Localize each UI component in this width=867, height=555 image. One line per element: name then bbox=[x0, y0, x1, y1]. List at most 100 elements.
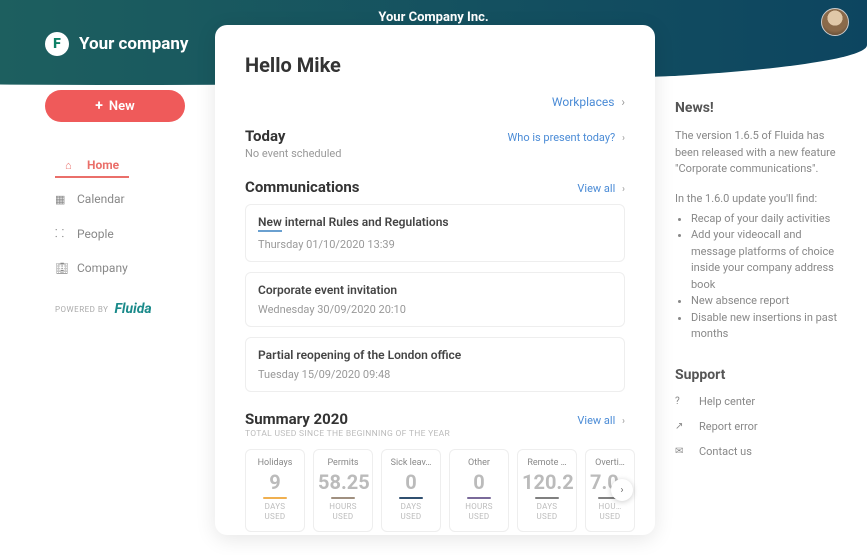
support-title: Support bbox=[675, 367, 840, 383]
tile-label: Sick leav… bbox=[386, 458, 436, 468]
link-label: Who is present today? bbox=[508, 131, 616, 144]
today-empty: No event scheduled bbox=[245, 147, 625, 160]
new-button-label: New bbox=[109, 99, 135, 114]
communications-header: Communications View all › bbox=[245, 178, 625, 196]
summary-tiles: Holidays 9 DAYSUSED Permits 58.25 HOURSU… bbox=[245, 449, 625, 532]
new-badge: New bbox=[258, 215, 282, 232]
communication-item[interactable]: Partial reopening of the London office T… bbox=[245, 337, 625, 392]
tile-label: Holidays bbox=[250, 458, 300, 468]
communication-date: Wednesday 30/09/2020 20:10 bbox=[258, 303, 612, 316]
people-icon: ⸬ bbox=[55, 226, 69, 241]
summary-tile-holidays[interactable]: Holidays 9 DAYSUSED bbox=[245, 449, 305, 532]
tile-bar bbox=[467, 497, 491, 499]
nav: ⌂ Home ▦ Calendar ⸬ People 🏢︎ Company bbox=[45, 152, 195, 281]
tile-bar bbox=[331, 497, 355, 499]
nav-item-home[interactable]: ⌂ Home bbox=[55, 152, 129, 178]
today-header: Today Who is present today? › bbox=[245, 127, 625, 145]
summary-subtitle: TOTAL USED SINCE THE BEGINNING OF THE YE… bbox=[245, 429, 450, 439]
summary-tile-permits[interactable]: Permits 58.25 HOURSUSED bbox=[313, 449, 373, 532]
communication-title-text: internal Rules and Regulations bbox=[285, 215, 449, 229]
news-list-item: Add your videocall and message platforms… bbox=[691, 227, 840, 293]
news-list-item: Recap of your daily activities bbox=[691, 211, 840, 228]
tile-unit: HOURSUSED bbox=[454, 502, 504, 523]
support-contact-us[interactable]: ✉ Contact us bbox=[675, 445, 840, 458]
tile-value: 0 bbox=[454, 470, 504, 494]
tile-label: Remote … bbox=[522, 458, 572, 468]
summary-tile-sick[interactable]: Sick leav… 0 DAYSUSED bbox=[381, 449, 441, 532]
tile-unit: DAYSUSED bbox=[250, 502, 300, 523]
plus-icon: + bbox=[95, 98, 103, 114]
company-icon: 🏢︎ bbox=[55, 262, 69, 275]
communication-title: Corporate event invitation bbox=[258, 283, 612, 297]
tile-bar bbox=[263, 497, 287, 499]
chevron-right-icon: › bbox=[622, 416, 625, 427]
who-present-link[interactable]: Who is present today? › bbox=[508, 131, 625, 144]
support-label: Help center bbox=[699, 395, 755, 408]
communications-view-all[interactable]: View all › bbox=[577, 182, 625, 195]
communication-title: New internal Rules and Regulations bbox=[258, 215, 612, 232]
tile-unit: HOU…USED bbox=[590, 502, 630, 523]
workplaces-label: Workplaces bbox=[552, 95, 614, 109]
tile-value: 9 bbox=[250, 470, 300, 494]
link-label: View all bbox=[577, 182, 615, 195]
news-title: News! bbox=[675, 100, 840, 116]
news-list: Recap of your daily activities Add your … bbox=[675, 211, 840, 343]
powered-by-label: POWERED BY bbox=[55, 305, 108, 314]
tile-bar bbox=[535, 497, 559, 499]
powered-by: POWERED BY Fluida bbox=[45, 301, 195, 317]
link-label: View all bbox=[577, 414, 615, 427]
today-title: Today bbox=[245, 127, 285, 145]
tile-label: Other bbox=[454, 458, 504, 468]
support-report-error[interactable]: ↗ Report error bbox=[675, 420, 840, 433]
logo[interactable]: Your company bbox=[45, 32, 188, 56]
support-label: Report error bbox=[699, 420, 758, 433]
company-title: Your Company Inc. bbox=[0, 10, 867, 25]
avatar[interactable] bbox=[821, 8, 849, 36]
powered-by-brand: Fluida bbox=[114, 301, 151, 317]
nav-label: Calendar bbox=[77, 192, 125, 206]
tile-value: 58.25 bbox=[318, 470, 368, 494]
chevron-right-icon: › bbox=[621, 95, 625, 109]
logo-text: Your company bbox=[79, 34, 188, 54]
tile-value: 120.2 bbox=[522, 470, 572, 494]
communication-date: Thursday 01/10/2020 13:39 bbox=[258, 238, 612, 251]
new-button[interactable]: + New bbox=[45, 90, 185, 122]
summary-title: Summary 2020 bbox=[245, 410, 450, 428]
news-list-item: New absence report bbox=[691, 293, 840, 310]
help-icon: ? bbox=[675, 396, 691, 407]
nav-item-calendar[interactable]: ▦ Calendar bbox=[45, 186, 195, 212]
summary-tile-other[interactable]: Other 0 HOURSUSED bbox=[449, 449, 509, 532]
summary-tile-remote[interactable]: Remote … 120.2 DAYSUSED bbox=[517, 449, 577, 532]
communication-title: Partial reopening of the London office bbox=[258, 348, 612, 362]
nav-label: Home bbox=[87, 158, 119, 172]
nav-item-company[interactable]: 🏢︎ Company bbox=[45, 255, 195, 281]
calendar-icon: ▦ bbox=[55, 193, 69, 206]
tile-bar bbox=[399, 497, 423, 499]
chevron-right-icon: › bbox=[622, 133, 625, 144]
workplaces-link[interactable]: Workplaces › bbox=[245, 95, 625, 109]
nav-label: People bbox=[77, 227, 114, 241]
news-list-item: Disable new insertions in past months bbox=[691, 310, 840, 343]
support-help-center[interactable]: ? Help center bbox=[675, 395, 840, 408]
right-column: News! The version 1.6.5 of Fluida has be… bbox=[675, 100, 840, 458]
communication-item[interactable]: Corporate event invitation Wednesday 30/… bbox=[245, 272, 625, 327]
summary-header: Summary 2020 TOTAL USED SINCE THE BEGINN… bbox=[245, 410, 625, 439]
nav-item-people[interactable]: ⸬ People bbox=[45, 220, 195, 247]
communications-list: New internal Rules and Regulations Thurs… bbox=[245, 204, 625, 392]
news-intro: In the 1.6.0 update you'll find: bbox=[675, 192, 840, 205]
scroll-right-button[interactable]: › bbox=[611, 479, 633, 501]
communication-date: Tuesday 15/09/2020 09:48 bbox=[258, 368, 612, 381]
support-label: Contact us bbox=[699, 445, 752, 458]
communication-item[interactable]: New internal Rules and Regulations Thurs… bbox=[245, 204, 625, 262]
sidebar: + New ⌂ Home ▦ Calendar ⸬ People 🏢︎ Comp… bbox=[45, 90, 195, 317]
main-card: Hello Mike Workplaces › Today Who is pre… bbox=[215, 25, 655, 535]
page-title: Hello Mike bbox=[245, 53, 625, 77]
news-body: The version 1.6.5 of Fluida has been rel… bbox=[675, 128, 840, 178]
logo-icon bbox=[45, 32, 69, 56]
tile-unit: HOURSUSED bbox=[318, 502, 368, 523]
summary-view-all[interactable]: View all › bbox=[577, 414, 625, 427]
tile-unit: DAYSUSED bbox=[386, 502, 436, 523]
contact-icon: ✉ bbox=[675, 446, 691, 457]
communications-title: Communications bbox=[245, 178, 360, 196]
chevron-right-icon: › bbox=[620, 485, 623, 496]
